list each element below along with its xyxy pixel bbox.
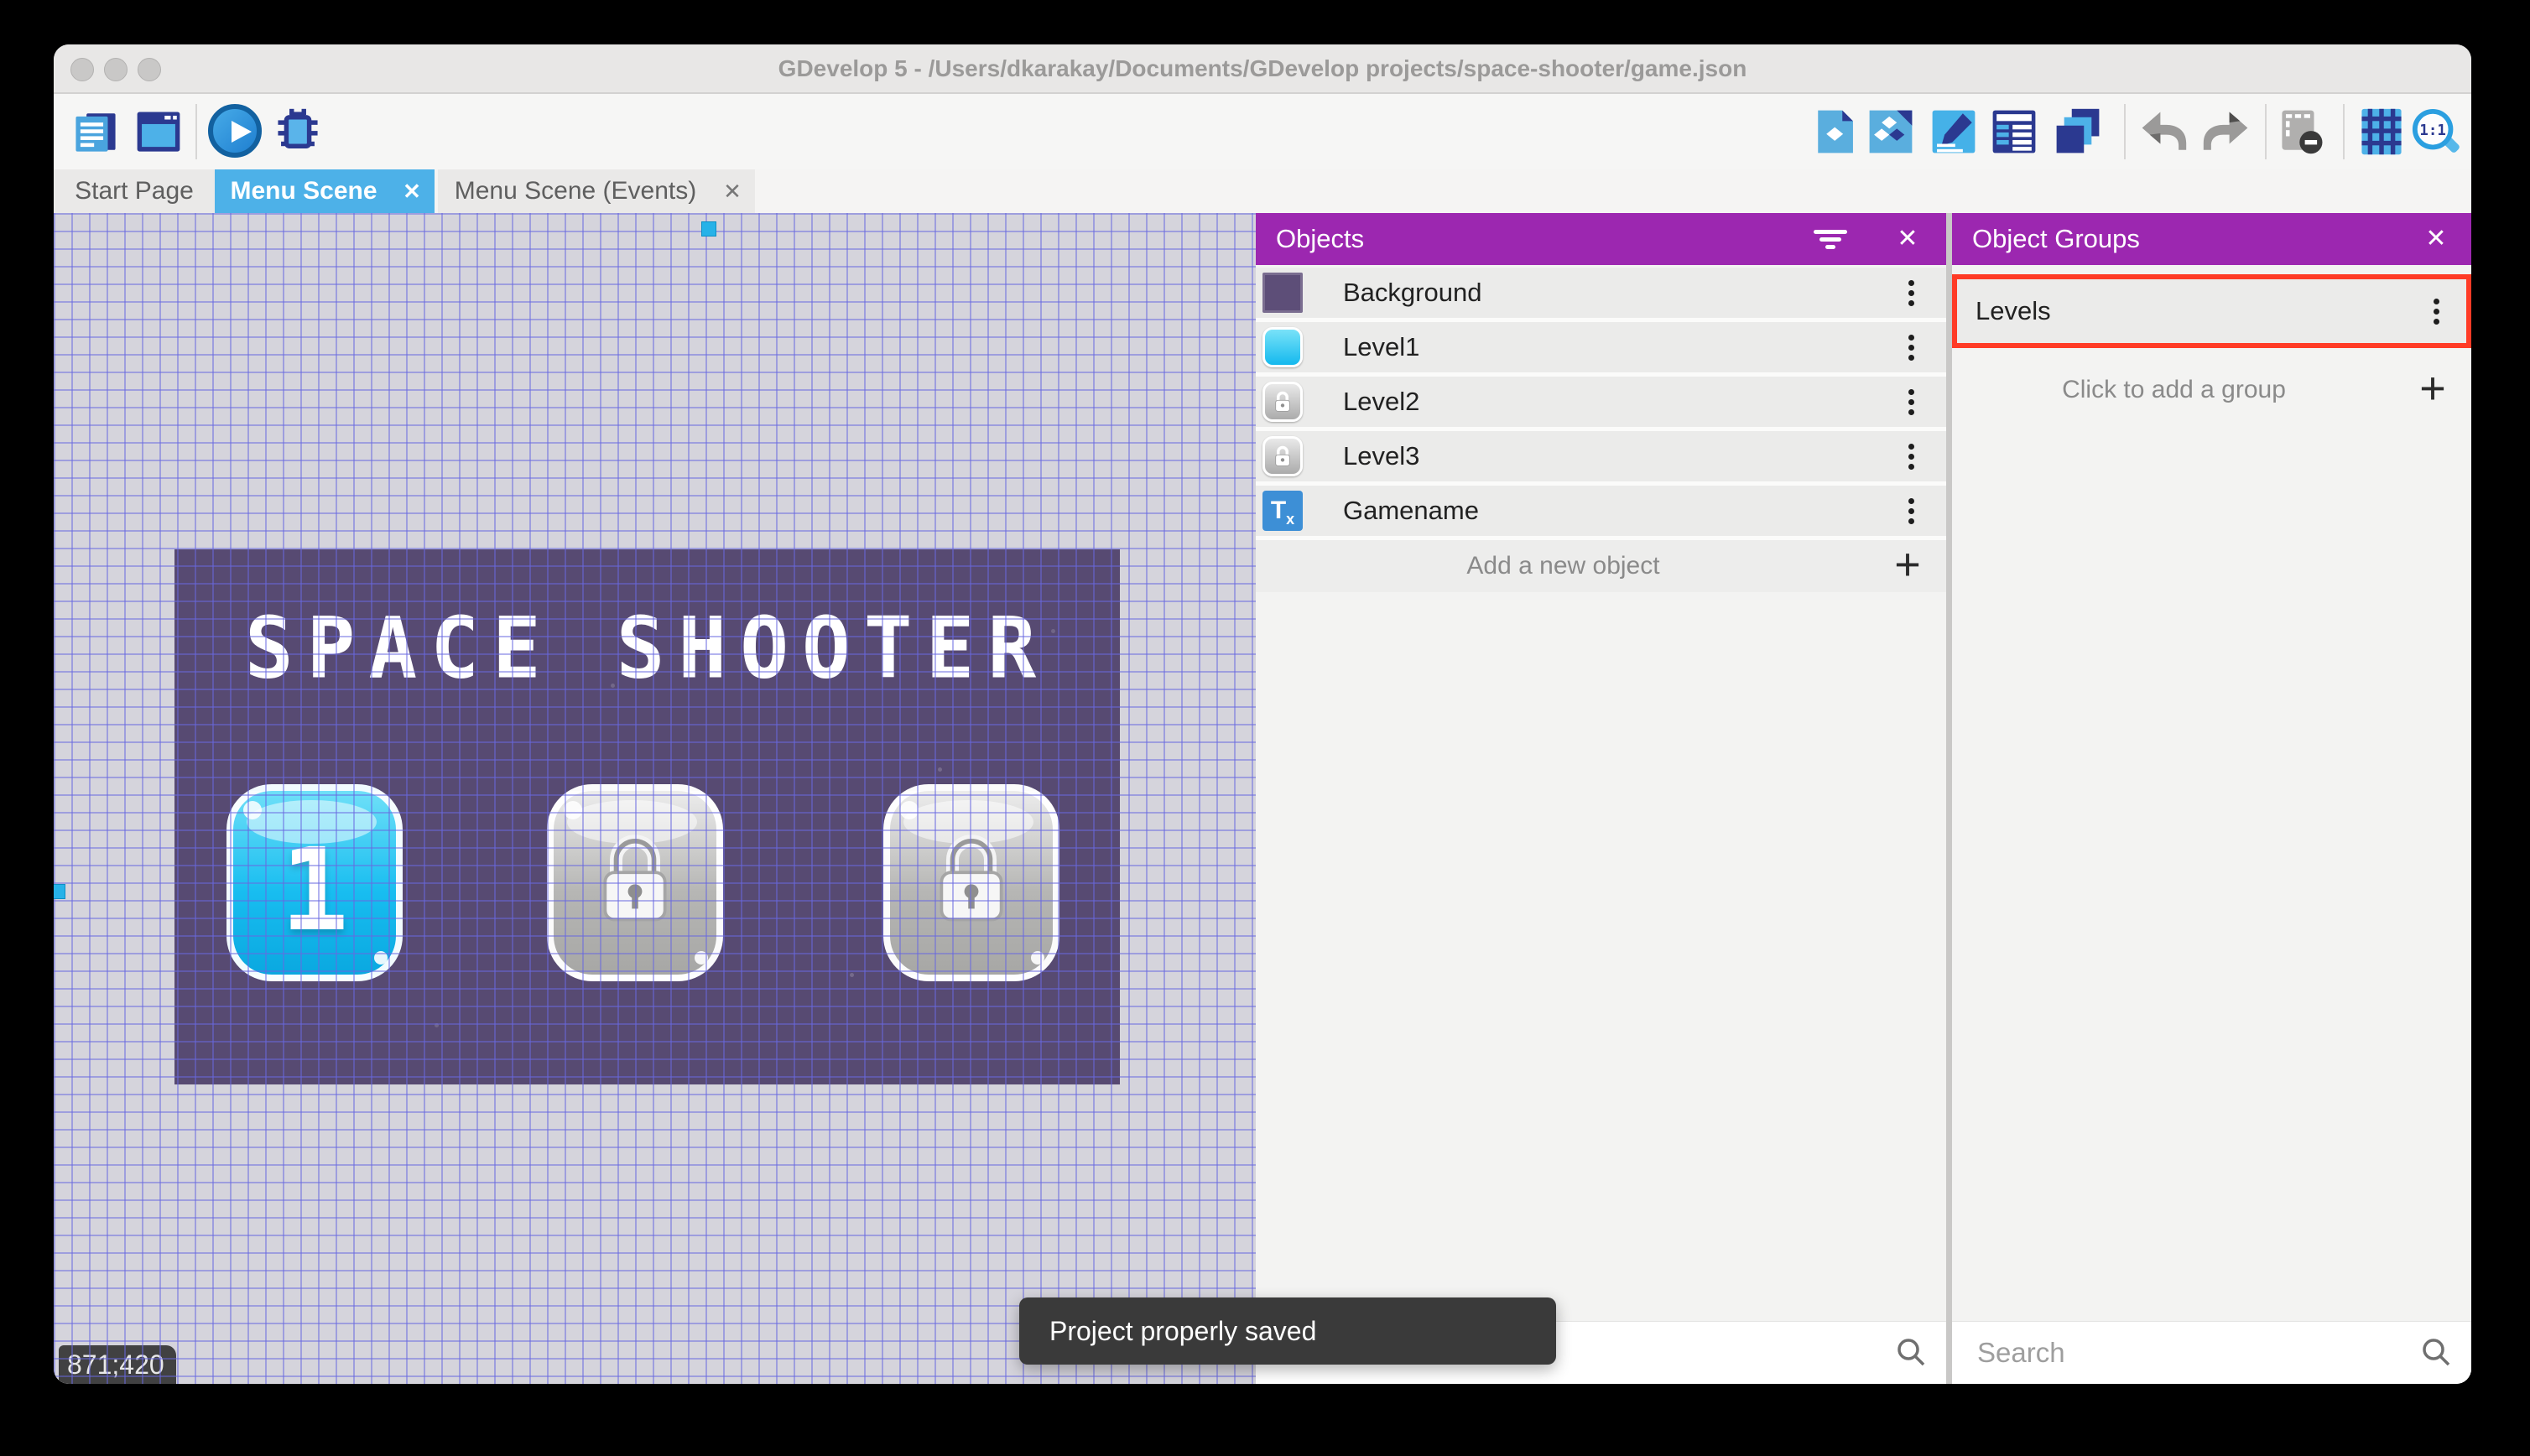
star-decor	[174, 549, 179, 554]
tab-bar: Start Page Menu Scene ✕ Menu Scene (Even…	[54, 169, 2471, 213]
add-group-button[interactable]: Click to add a group +	[1952, 364, 2471, 416]
level3-button-instance[interactable]	[883, 784, 1059, 981]
text-object-icon: Tx	[1262, 491, 1303, 531]
close-icon[interactable]: ✕	[711, 169, 753, 213]
level1-button-instance[interactable]: 1	[226, 784, 403, 981]
scene-canvas[interactable]: SPACE SHOOTER 1	[54, 213, 1256, 1384]
undo-icon[interactable]	[2139, 107, 2188, 156]
toolbar-divider	[2124, 104, 2126, 159]
panel-title: Objects	[1276, 213, 1364, 265]
titlebar: GDevelop 5 - /Users/dkarakay/Documents/G…	[54, 44, 2471, 94]
kebab-menu-icon[interactable]	[2421, 296, 2451, 326]
filter-icon[interactable]	[1812, 230, 1849, 250]
close-icon[interactable]: ✕	[391, 169, 433, 213]
scene-title-text: SPACE SHOOTER	[174, 599, 1120, 698]
groups-search-bar	[1952, 1321, 2471, 1384]
level3-thumbnail	[1262, 436, 1303, 476]
object-row-gamename[interactable]: Tx Gamename	[1256, 486, 1946, 540]
groups-search-input[interactable]	[1952, 1322, 2471, 1384]
add-object-label: Add a new object	[1256, 540, 1871, 592]
panel-divider[interactable]	[1946, 213, 1952, 1384]
editor-content: SPACE SHOOTER 1	[54, 213, 2471, 1384]
object-row-level3[interactable]: Level3	[1256, 431, 1946, 486]
kebab-menu-icon[interactable]	[1896, 496, 1926, 526]
toolbar-divider	[195, 104, 197, 159]
object-name: Level2	[1343, 377, 1419, 427]
object-groups-panel: Object Groups ✕ Levels Click to add a gr…	[1952, 213, 2471, 1384]
background-thumbnail	[1262, 273, 1303, 313]
object-row-level1[interactable]: Level1	[1256, 322, 1946, 377]
kebab-menu-icon[interactable]	[1896, 332, 1926, 362]
level1-number: 1	[233, 824, 396, 957]
toggle-mask-icon[interactable]	[2278, 107, 2326, 156]
level2-thumbnail	[1262, 382, 1303, 422]
play-icon	[232, 121, 252, 143]
tab-menu-scene-events[interactable]: Menu Scene (Events) ✕	[438, 169, 755, 213]
play-preview-button[interactable]	[208, 104, 262, 158]
object-name: Level3	[1343, 431, 1419, 481]
lock-icon	[585, 824, 685, 933]
debug-icon[interactable]	[273, 107, 322, 156]
level2-button-instance[interactable]	[547, 784, 723, 981]
open-window-icon[interactable]	[134, 107, 183, 156]
layers-editor-icon[interactable]	[2054, 107, 2102, 156]
add-group-label: Click to add a group	[1952, 364, 2396, 416]
kebab-menu-icon[interactable]	[1896, 278, 1926, 308]
search-icon	[2419, 1336, 2453, 1370]
group-name: Levels	[1976, 279, 2051, 343]
properties-icon[interactable]	[1929, 107, 1978, 156]
close-icon[interactable]: ✕	[1884, 213, 1931, 265]
zoom-one-to-one-icon[interactable]: 1:1	[2411, 107, 2463, 159]
screen: GDevelop 5 - /Users/dkarakay/Documents/G…	[0, 0, 2530, 1456]
toolbar-divider	[2343, 104, 2345, 159]
save-toast: Project properly saved	[1019, 1297, 1556, 1365]
object-groups-editor-icon[interactable]	[1866, 107, 1915, 156]
level1-thumbnail	[1262, 327, 1303, 367]
kebab-menu-icon[interactable]	[1896, 387, 1926, 417]
close-icon[interactable]: ✕	[2413, 213, 2460, 265]
plus-icon: +	[2414, 364, 2451, 416]
lock-icon	[921, 824, 1022, 933]
search-icon	[1894, 1336, 1928, 1370]
tab-menu-scene[interactable]: Menu Scene ✕	[215, 169, 435, 213]
tab-label: Start Page	[54, 169, 215, 213]
object-name: Level1	[1343, 322, 1419, 372]
object-name: Gamename	[1343, 486, 1479, 536]
toolbar: 1:1	[54, 94, 2471, 169]
plus-icon: +	[1889, 540, 1926, 592]
group-row-levels-highlighted[interactable]: Levels	[1952, 274, 2471, 348]
gloss-dot	[695, 951, 708, 965]
selection-handle-left[interactable]	[54, 884, 65, 899]
instances-list-icon[interactable]	[1990, 107, 2038, 156]
object-name: Background	[1343, 268, 1481, 318]
gdevelop-window: GDevelop 5 - /Users/dkarakay/Documents/G…	[54, 44, 2471, 1384]
toggle-grid-icon[interactable]	[2357, 107, 2406, 156]
gloss-dot	[243, 801, 262, 819]
window-title: GDevelop 5 - /Users/dkarakay/Documents/G…	[54, 44, 2471, 92]
objects-editor-icon[interactable]	[1812, 107, 1861, 156]
gloss-dot	[564, 801, 582, 819]
object-row-background[interactable]: Background	[1256, 268, 1946, 322]
tab-start-page[interactable]: Start Page	[54, 169, 215, 213]
gloss-dot	[900, 801, 919, 819]
scene-background-instance[interactable]: SPACE SHOOTER 1	[174, 549, 1120, 1084]
groups-panel-header: Object Groups ✕	[1952, 213, 2471, 265]
add-new-object-button[interactable]: Add a new object +	[1256, 540, 1946, 592]
gloss-dot	[374, 951, 388, 965]
tab-label: Menu Scene (Events)	[438, 169, 713, 213]
redo-icon[interactable]	[2202, 107, 2251, 156]
toolbar-divider	[2265, 104, 2267, 159]
project-manager-icon[interactable]	[71, 107, 120, 156]
panel-title: Object Groups	[1972, 213, 2140, 265]
zoom-ratio-label: 1:1	[2419, 122, 2445, 139]
selection-handle-top[interactable]	[701, 221, 716, 237]
gloss-dot	[1031, 951, 1044, 965]
kebab-menu-icon[interactable]	[1896, 441, 1926, 471]
cursor-coordinates: 871;420	[59, 1345, 176, 1384]
objects-panel: Objects ✕ Background Level1	[1256, 213, 1946, 1384]
toast-message: Project properly saved	[1049, 1316, 1316, 1346]
tab-label: Menu Scene	[215, 169, 393, 213]
objects-panel-header: Objects ✕	[1256, 213, 1946, 265]
object-row-level2[interactable]: Level2	[1256, 377, 1946, 431]
